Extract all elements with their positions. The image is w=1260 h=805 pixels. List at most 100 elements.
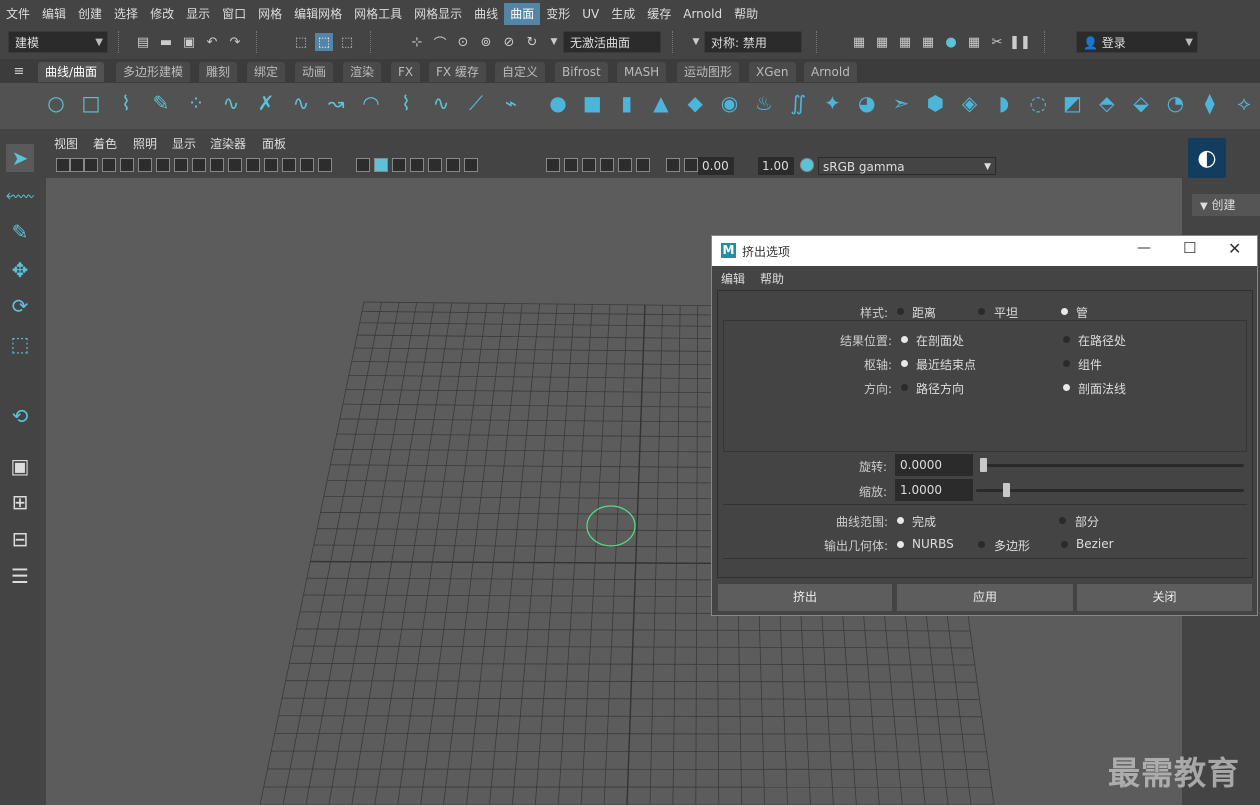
circle-icon[interactable]: ○: [43, 90, 69, 116]
sphere-icon[interactable]: ●: [545, 90, 571, 116]
redo-icon[interactable]: ↷: [226, 33, 244, 51]
viewport-tool-icon[interactable]: [636, 158, 650, 172]
colorspace-selector[interactable]: sRGB gamma ▼: [818, 157, 996, 175]
result-position-radio-path[interactable]: [1063, 336, 1070, 343]
default-material-icon[interactable]: [392, 158, 406, 172]
shelf-tab[interactable]: Bifrost: [555, 62, 608, 82]
viewport-menu-item[interactable]: 渲染器: [210, 135, 246, 152]
new-scene-icon[interactable]: ▤: [134, 33, 152, 51]
viewport-menu-item[interactable]: 视图: [54, 135, 78, 152]
xray-icon[interactable]: [428, 158, 442, 172]
viewport-tool-icon[interactable]: [138, 158, 152, 172]
rotation-slider[interactable]: [980, 464, 1244, 467]
rotation-slider-thumb[interactable]: [980, 458, 987, 472]
square-surface-icon[interactable]: ◈: [957, 90, 983, 116]
grid-toggle-icon[interactable]: [210, 158, 224, 172]
menu-item[interactable]: 创建: [72, 3, 108, 25]
maximize-icon[interactable]: ☐: [1183, 239, 1196, 257]
viewport-menu-item[interactable]: 着色: [93, 135, 117, 152]
bezier-icon[interactable]: ⁘: [183, 90, 209, 116]
fillet-icon[interactable]: ◔: [1162, 90, 1188, 116]
four-pane-layout-icon[interactable]: ⊞: [6, 488, 34, 516]
menu-item[interactable]: 曲线: [468, 3, 504, 25]
style-radio-distance[interactable]: [897, 308, 904, 315]
detach-curve-icon[interactable]: ↝: [323, 90, 349, 116]
cone-icon[interactable]: ▲: [648, 90, 674, 116]
output-geometry-radio-polygon[interactable]: [978, 541, 985, 548]
viewport-tool-icon[interactable]: [56, 158, 70, 172]
film-gate-icon[interactable]: [228, 158, 242, 172]
render-settings-icon[interactable]: ▦: [919, 33, 937, 51]
rotation-field[interactable]: 0.0000: [895, 454, 973, 476]
menu-item[interactable]: 文件: [0, 3, 36, 25]
select-hierarchy-icon[interactable]: ⬚: [292, 33, 310, 51]
menu-item[interactable]: 缓存: [641, 3, 677, 25]
shelf-tab[interactable]: 雕刻: [199, 62, 238, 82]
snap-point-icon[interactable]: ⊙: [454, 33, 472, 51]
gate-mask-icon[interactable]: [264, 158, 278, 172]
chevron-down-icon[interactable]: ▼: [687, 33, 705, 51]
snap-grid-icon[interactable]: ⊹: [408, 33, 426, 51]
viewport-tool-icon[interactable]: [174, 158, 188, 172]
viewport-tool-icon[interactable]: [666, 158, 680, 172]
square-icon[interactable]: □: [78, 90, 104, 116]
single-pane-layout-icon[interactable]: ▣: [6, 452, 34, 480]
outliner-layout-icon[interactable]: ☰: [6, 562, 34, 590]
menu-item[interactable]: UV: [576, 3, 605, 25]
cv-curve-icon[interactable]: ⌇: [113, 90, 139, 116]
resolution-gate-icon[interactable]: [246, 158, 260, 172]
shelf-tab[interactable]: Arnold: [804, 62, 857, 82]
snap-live-icon[interactable]: ⊘: [500, 33, 518, 51]
lasso-tool-icon[interactable]: ⬳: [6, 182, 35, 210]
textured-icon[interactable]: [410, 158, 424, 172]
scale-tool-icon[interactable]: ⬚: [6, 330, 34, 358]
symmetry-field[interactable]: 对称: 禁用: [704, 31, 802, 53]
birail-icon[interactable]: ➣: [888, 90, 914, 116]
rebuild-curve-icon[interactable]: ⌇: [393, 90, 419, 116]
bevel-icon[interactable]: ◗: [991, 90, 1017, 116]
shelf-tab[interactable]: 绑定: [247, 62, 286, 82]
open-scene-icon[interactable]: ▬: [157, 33, 175, 51]
viewport-tool-icon[interactable]: [684, 158, 698, 172]
scale-slider-thumb[interactable]: [1002, 483, 1010, 497]
extend-curve-icon[interactable]: ⟋: [463, 90, 489, 116]
viewport-tool-icon[interactable]: [156, 158, 170, 172]
shelf-tab[interactable]: XGen: [749, 62, 796, 82]
snap-rotate-icon[interactable]: ↻: [523, 33, 541, 51]
reverse-curve-icon[interactable]: ∿: [428, 90, 454, 116]
cube-icon[interactable]: ■: [579, 90, 605, 116]
viewport-tool-icon[interactable]: [84, 158, 98, 172]
menu-item[interactable]: 网格工具: [348, 3, 408, 25]
scale-field[interactable]: 1.0000: [895, 479, 973, 501]
menu-item[interactable]: 曲面: [504, 2, 541, 25]
select-object-icon[interactable]: ⬚: [315, 33, 333, 51]
insert-knot-icon[interactable]: ⌁: [498, 90, 524, 116]
arc-icon[interactable]: ✗: [253, 90, 279, 116]
cylinder-icon[interactable]: ▮: [614, 90, 640, 116]
menu-item[interactable]: 显示: [180, 3, 216, 25]
shadows-icon[interactable]: [464, 158, 478, 172]
save-scene-icon[interactable]: ▣: [180, 33, 198, 51]
project-curve-icon[interactable]: ⬘: [1094, 90, 1120, 116]
shelf-tab[interactable]: 曲线/曲面: [38, 62, 105, 82]
move-tool-icon[interactable]: ✥: [6, 256, 34, 284]
dialog-menu-help[interactable]: 帮助: [760, 270, 784, 287]
style-radio-tube[interactable]: [1061, 308, 1068, 315]
shelf-tab[interactable]: MASH: [617, 62, 667, 82]
light-editor-icon[interactable]: ✂: [988, 33, 1006, 51]
extrude-button[interactable]: 挤出: [718, 584, 892, 611]
viewport-menu-item[interactable]: 显示: [172, 135, 196, 152]
plane-icon[interactable]: ◆: [682, 90, 708, 116]
loft-icon[interactable]: ∬: [785, 90, 811, 116]
viewport-tool-icon[interactable]: [546, 158, 560, 172]
boundary-icon[interactable]: ⬢: [922, 90, 948, 116]
nurbs-circle-curve[interactable]: [584, 502, 644, 552]
menu-item[interactable]: 编辑: [36, 3, 72, 25]
stitch-icon[interactable]: ⟡: [1231, 90, 1257, 116]
select-component-icon[interactable]: ⬚: [338, 33, 356, 51]
render-setup-icon[interactable]: ▦: [965, 33, 983, 51]
ep-curve-icon[interactable]: ✎: [148, 90, 174, 116]
viewport-menu-item[interactable]: 面板: [262, 135, 286, 152]
scale-slider[interactable]: [976, 489, 1244, 492]
menu-item[interactable]: 选择: [108, 3, 144, 25]
